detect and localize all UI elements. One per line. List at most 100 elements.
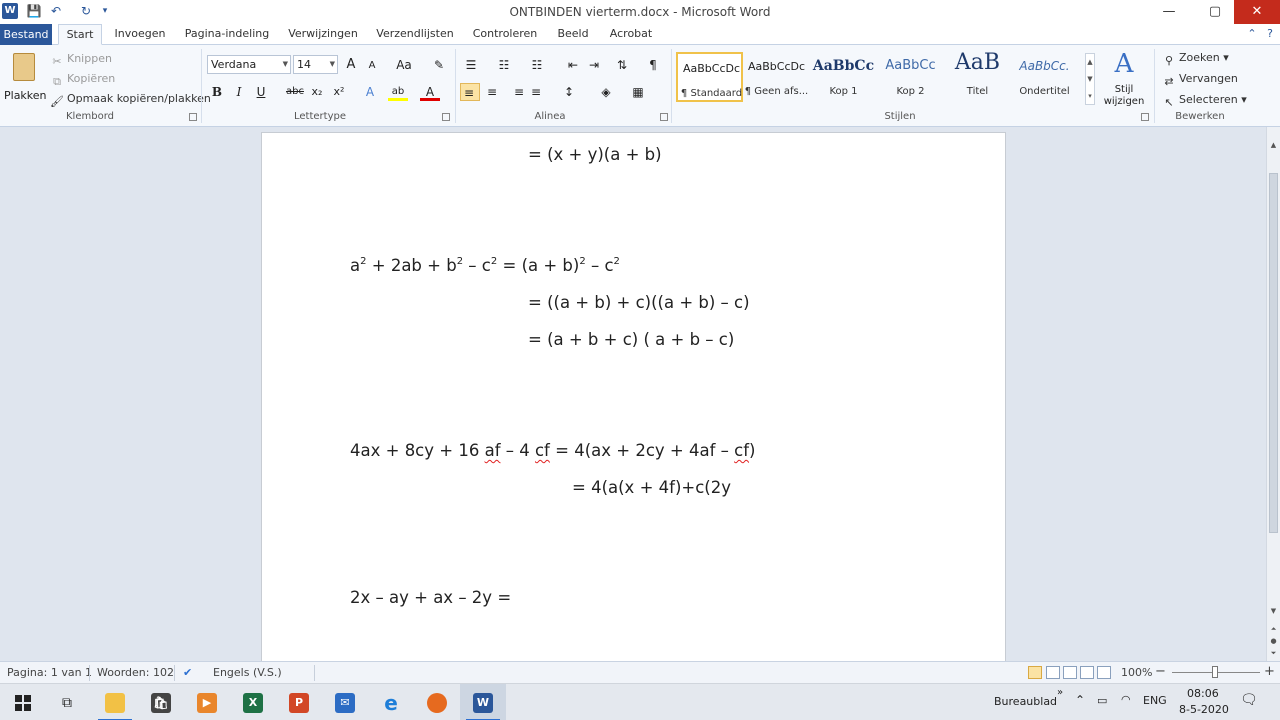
draft-icon[interactable] [1097, 666, 1111, 679]
tab-pagina-indeling[interactable]: Pagina-indeling [182, 24, 272, 45]
style-titel[interactable]: AaB Titel [944, 50, 1011, 102]
font-family-select[interactable]: Verdana ▼ [207, 55, 291, 74]
align-center-button[interactable]: ≡ [482, 83, 502, 101]
tab-beeld[interactable]: Beeld [553, 24, 593, 45]
grow-font-button[interactable]: A [341, 56, 361, 74]
style-kop-2[interactable]: AaBbCc Kop 2 [877, 52, 944, 102]
restore-button[interactable]: ▢ [1192, 0, 1238, 24]
font-color-button[interactable]: A [420, 83, 440, 101]
copy-button[interactable]: ⧉ Kopiëren [50, 72, 115, 89]
tab-verzendlijsten[interactable]: Verzendlijsten [373, 24, 457, 45]
borders-button[interactable]: ▦ [628, 83, 648, 101]
zoom-slider-handle[interactable] [1212, 666, 1218, 678]
taskbar-file-explorer[interactable] [92, 684, 138, 720]
clipboard-launcher-icon[interactable] [189, 113, 197, 121]
tab-controleren[interactable]: Controleren [469, 24, 541, 45]
taskbar-word[interactable]: W [460, 684, 506, 720]
select-button[interactable]: ↖ Selecteren ▾ [1162, 93, 1246, 110]
shading-button[interactable]: ◈ [596, 83, 616, 101]
start-button[interactable] [0, 684, 46, 720]
style-standaard[interactable]: AaBbCcDc ¶ Standaard [676, 52, 743, 102]
superscript-button[interactable]: x² [329, 83, 349, 101]
clear-format-button[interactable]: ✎ [429, 56, 449, 74]
tab-verwijzingen[interactable]: Verwijzingen [284, 24, 362, 45]
tab-acrobat[interactable]: Acrobat [605, 24, 657, 45]
zoom-in-button[interactable]: + [1264, 664, 1275, 679]
tab-invoegen[interactable]: Invoegen [110, 24, 170, 45]
replace-button[interactable]: ⇄ Vervangen [1162, 72, 1238, 89]
desktop-toolbar-label[interactable]: Bureaublad [994, 695, 1057, 708]
proofing-icon[interactable]: ✔ [183, 666, 192, 679]
font-launcher-icon[interactable] [442, 113, 450, 121]
style-geen-afstand[interactable]: AaBbCcDc ¶ Geen afs... [743, 52, 810, 102]
document-page[interactable]: = (x + y)(a + b) a2 + 2ab + b2 – c2 = (a… [261, 132, 1006, 661]
web-layout-icon[interactable] [1063, 666, 1077, 679]
tab-start[interactable]: Start [58, 24, 102, 45]
taskbar-store[interactable]: 🛍 [138, 684, 184, 720]
scroll-up-icon[interactable]: ▲ [1267, 139, 1280, 151]
scroll-down-icon[interactable]: ▼ [1267, 605, 1280, 617]
tray-expand-icon[interactable]: ⌃ [1075, 693, 1085, 707]
italic-button[interactable]: I [229, 83, 249, 101]
minimize-button[interactable]: — [1146, 0, 1192, 24]
style-kop-1[interactable]: AaBbCc Kop 1 [810, 52, 877, 102]
help-icon[interactable]: ? [1262, 26, 1278, 42]
task-view-button[interactable]: ⧉ [44, 684, 90, 720]
align-left-button[interactable]: ≡ [460, 83, 480, 101]
vertical-scrollbar[interactable]: ▲ ▼ ⏶ ● ⏷ [1266, 127, 1280, 661]
font-size-select[interactable]: 14 ▼ [293, 55, 338, 74]
align-right-button[interactable]: ≡ [504, 83, 524, 101]
full-screen-reading-icon[interactable] [1046, 666, 1060, 679]
underline-button[interactable]: U [251, 83, 271, 101]
numbering-button[interactable]: ☷ [494, 56, 514, 74]
page-count[interactable]: Pagina: 1 van 1 [7, 666, 92, 679]
style-ondertitel[interactable]: AaBbCc. Ondertitel [1011, 52, 1078, 102]
highlight-button[interactable]: ab [388, 83, 408, 101]
sort-button[interactable]: ⇅ [612, 56, 632, 74]
change-case-button[interactable]: Aa [391, 56, 417, 74]
taskbar-media[interactable]: ▶ [184, 684, 230, 720]
battery-icon[interactable]: ▭ [1097, 694, 1107, 707]
word-count[interactable]: Woorden: 102 [97, 666, 174, 679]
bold-button[interactable]: B [207, 83, 227, 101]
zoom-out-button[interactable]: − [1155, 664, 1166, 679]
bullets-button[interactable]: ☰ [461, 56, 481, 74]
text-effects-button[interactable]: A [360, 83, 380, 101]
tab-file[interactable]: Bestand [0, 24, 52, 45]
browse-object-icon[interactable]: ● [1267, 635, 1280, 647]
multilevel-list-button[interactable]: ☷ [527, 56, 547, 74]
show-marks-button[interactable]: ¶ [643, 56, 663, 74]
styles-launcher-icon[interactable] [1141, 113, 1149, 121]
zoom-level[interactable]: 100% [1121, 666, 1152, 679]
styles-scroll[interactable]: ▲ ▼ ▾ [1085, 53, 1095, 105]
cut-button[interactable]: ✂ Knippen [50, 52, 112, 69]
change-styles-button[interactable]: A Stijl wijzigen [1099, 49, 1149, 109]
taskbar-powerpoint[interactable]: P [276, 684, 322, 720]
shrink-font-button[interactable]: A [362, 57, 382, 75]
scroll-thumb[interactable] [1269, 173, 1278, 533]
taskbar-internet-explorer[interactable]: e [368, 684, 414, 720]
previous-page-icon[interactable]: ⏶ [1267, 623, 1280, 635]
wifi-icon[interactable]: ◠ [1121, 693, 1131, 706]
clock-date[interactable]: 8-5-2020 [1179, 703, 1229, 716]
next-page-icon[interactable]: ⏷ [1267, 647, 1280, 659]
taskbar-excel[interactable]: X [230, 684, 276, 720]
justify-button[interactable]: ≡ [526, 83, 546, 101]
toolbar-chevron-icon[interactable]: » [1057, 687, 1063, 698]
format-painter-button[interactable]: 🖌 Opmaak kopiëren/plakken [50, 92, 211, 109]
decrease-indent-button[interactable]: ⇤ [563, 56, 583, 74]
find-button[interactable]: ⚲ Zoeken ▾ [1162, 51, 1229, 68]
increase-indent-button[interactable]: ⇥ [584, 56, 604, 74]
input-language[interactable]: ENG [1143, 694, 1167, 707]
paragraph-launcher-icon[interactable] [660, 113, 668, 121]
line-spacing-button[interactable]: ↕ [559, 83, 579, 101]
paste-button[interactable]: Plakken [4, 51, 47, 107]
taskbar-outlook[interactable]: ✉ [322, 684, 368, 720]
language-status[interactable]: Engels (V.S.) [213, 666, 282, 679]
taskbar-firefox[interactable] [414, 684, 460, 720]
notifications-icon[interactable]: 🗨 [1240, 692, 1258, 708]
clock-time[interactable]: 08:06 [1187, 687, 1219, 700]
subscript-button[interactable]: x₂ [307, 83, 327, 101]
print-layout-icon[interactable] [1028, 666, 1042, 679]
outline-icon[interactable] [1080, 666, 1094, 679]
